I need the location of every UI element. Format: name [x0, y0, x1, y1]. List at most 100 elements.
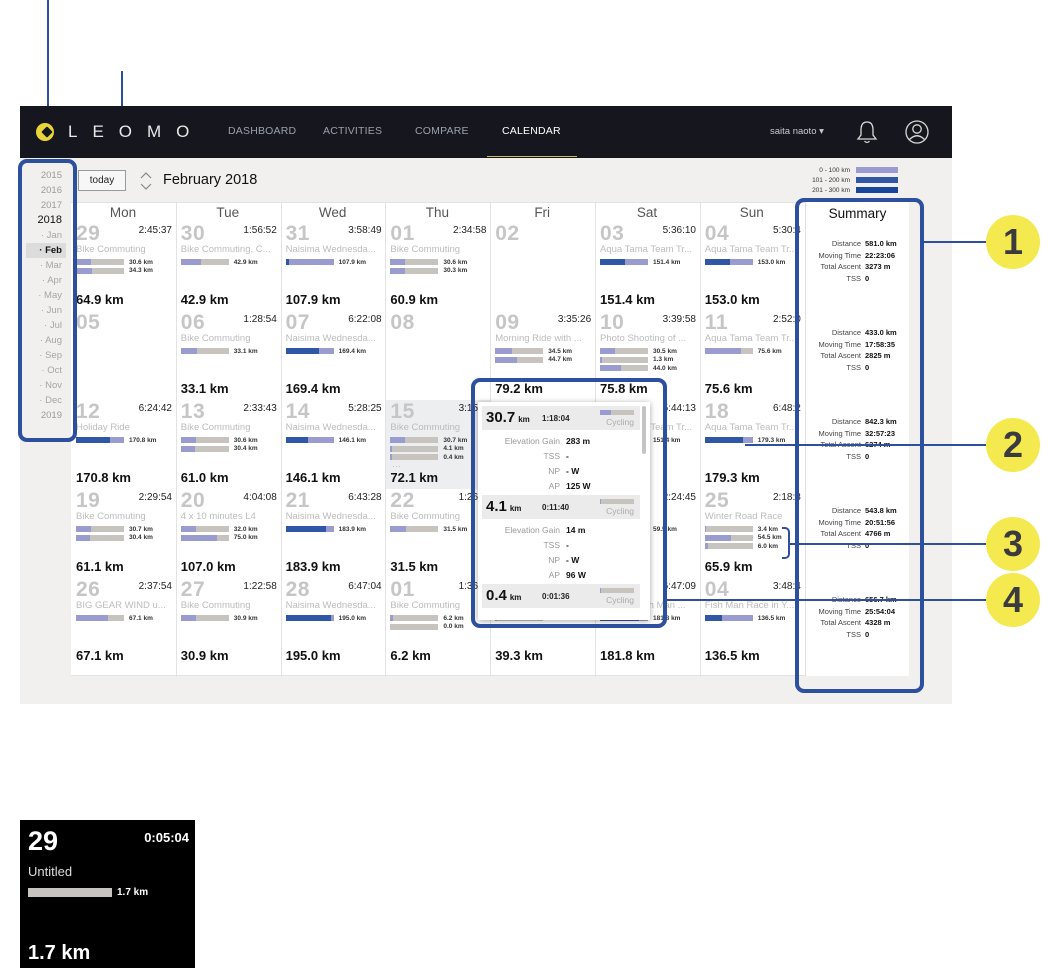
today-button[interactable]: today [78, 170, 126, 191]
year-nav-item[interactable]: 2019 [26, 408, 66, 423]
activity-title[interactable]: Bike Commuting [390, 422, 460, 433]
activity-title[interactable]: Bike Commuting [76, 244, 146, 255]
day-cell[interactable]: 03 5:36:10 Aqua Tama Team Tr... 151.4 km 151… [596, 222, 700, 311]
day-cell[interactable]: 07 6:22:08 Naisima Wednesda... 169.4 km 169.… [282, 311, 386, 400]
day-activities-popup[interactable]: 30.7 km 1:18:04 Cycling Elevation Gain 283 mT… [478, 402, 650, 620]
day-cell[interactable]: 01 2:34:58 Bike Commuting 30.6 km 30.3 km 60.… [386, 222, 490, 311]
activity-title[interactable]: Bike Commuting [181, 333, 251, 344]
day-number: 02 [495, 222, 520, 245]
year-nav-item[interactable]: · Jan [26, 228, 66, 243]
activity-title[interactable]: Aqua Tama Team Tr... [705, 244, 797, 255]
activity-title[interactable]: Holiday Ride [76, 422, 130, 433]
summary-moving-time-label: Moving Time [818, 606, 861, 616]
bar-fill-101-200 [285, 437, 308, 444]
activity-title[interactable]: Bike Commuting [181, 422, 251, 433]
prev-next-month-arrows[interactable] [139, 168, 153, 194]
activity-title[interactable]: Naisima Wednesda... [286, 422, 376, 433]
callout-1: 1 [986, 215, 1040, 269]
activity-title[interactable]: Bike Commuting, C... [181, 244, 271, 255]
day-cell[interactable]: 30 1:56:52 Bike Commuting, C... 42.9 km 42.9… [177, 222, 281, 311]
year-nav-item[interactable]: 2018 [26, 213, 66, 228]
day-cell[interactable]: 12 6:24:42 Holiday Ride 170.8 km 170.8 km [72, 400, 176, 489]
activity-title[interactable]: Aqua Tama Team Tr... [705, 422, 797, 433]
day-number: 09 [495, 311, 520, 334]
nav-activities[interactable]: ACTIVITIES [323, 125, 382, 137]
popup-scrollbar[interactable] [642, 406, 646, 454]
nav-compare[interactable]: COMPARE [415, 125, 469, 137]
day-cell[interactable]: 13 2:33:43 Bike Commuting 30.6 km 30.4 km 61.… [177, 400, 281, 489]
leomo-logo[interactable]: LEOMO [36, 120, 204, 144]
day-cell[interactable]: 15 3:15:1 Bike Commuting 30.7 km 4.1 km 0.4 k… [386, 400, 491, 489]
distance-bar [390, 526, 439, 533]
day-cell[interactable]: 04 5:30:4 Aqua Tama Team Tr... 153.0 km 153.… [701, 222, 805, 311]
popup-activity-header[interactable]: 30.7 km 1:18:04 Cycling [482, 406, 640, 430]
year-nav-item[interactable]: · Feb [26, 243, 66, 258]
day-cell[interactable]: 14 5:28:25 Naisima Wednesda... 146.1 km 146.… [282, 400, 386, 489]
day-duration: 2:33:43 [243, 403, 277, 414]
activity-title[interactable]: Naisima Wednesda... [286, 600, 376, 611]
day-cell[interactable]: 06 1:28:54 Bike Commuting 33.1 km 33.1 km [177, 311, 281, 400]
day-cell[interactable]: 20 4:04:08 4 x 10 minutes L4 32.0 km 75.0 km… [177, 489, 281, 578]
day-cell[interactable]: 21 6:43:28 Naisima Wednesda... 183.9 km 183.… [282, 489, 386, 578]
year-nav-item[interactable]: · Sep [26, 348, 66, 363]
day-number: 01 [390, 222, 415, 245]
activity-title[interactable]: Bike Commuting [76, 511, 146, 522]
year-nav-item[interactable]: 2017 [26, 198, 66, 213]
nav-calendar[interactable]: CALENDAR [502, 125, 561, 137]
activity-title[interactable]: Aqua Tama Team Tr... [600, 244, 692, 255]
day-cell[interactable]: 05 [72, 311, 176, 400]
activity-title[interactable]: Winter Road Race [705, 511, 783, 522]
year-nav-item[interactable]: · Nov [26, 378, 66, 393]
activity-title[interactable]: Photo Shooting of ... [600, 333, 686, 344]
distance-bar [495, 356, 544, 363]
day-cell[interactable]: 08 [386, 311, 490, 400]
day-total-distance: 181.8 km [600, 648, 655, 663]
popup-activity-header[interactable]: 4.1 km 0:11:40 Cycling [482, 495, 640, 519]
activity-title[interactable]: Bike Commuting [181, 600, 251, 611]
day-cell[interactable]: 28 6:47:04 Naisima Wednesda... 195.0 km 195.… [282, 578, 386, 667]
activity-title[interactable]: Fish Man Race in Y... [705, 600, 794, 611]
year-nav-item[interactable]: · Mar [26, 258, 66, 273]
year-nav-item[interactable]: 2016 [26, 183, 66, 198]
activity-title[interactable]: Aqua Tama Team Tr... [705, 333, 797, 344]
activity-title[interactable]: Bike Commuting [390, 511, 460, 522]
activity-title[interactable]: 4 x 10 minutes L4 [181, 511, 256, 522]
user-circle-icon[interactable] [905, 120, 929, 144]
year-nav-item[interactable]: 2015 [26, 168, 66, 183]
day-cell[interactable]: 09 3:35:26 Morning Ride with ... 34.5 km 44.… [491, 311, 595, 400]
day-cell[interactable]: 31 3:58:49 Naisima Wednesda... 107.9 km 107.… [282, 222, 386, 311]
more-activities-indicator[interactable]: ... [392, 462, 401, 469]
year-nav-item[interactable]: · Jun [26, 303, 66, 318]
activity-title[interactable]: Naisima Wednesda... [286, 333, 376, 344]
activity-title[interactable]: Naisima Wednesda... [286, 511, 376, 522]
year-nav-item[interactable]: · Oct [26, 363, 66, 378]
activity-title[interactable]: Naisima Wednesda... [286, 244, 376, 255]
day-duration: 5:28:25 [348, 403, 382, 414]
activity-title[interactable]: Morning Ride with ... [495, 333, 582, 344]
day-cell[interactable]: 19 2:29:54 Bike Commuting 30.7 km 30.4 km 61.… [72, 489, 176, 578]
day-cell[interactable]: 01 1:36:5 Bike Commuting 6.2 km 0.0 km 6.2 km [386, 578, 490, 667]
popup-activity-header[interactable]: 0.4 km 0:01:36 Cycling [482, 584, 640, 608]
day-cell[interactable]: 04 3:48:4 Fish Man Race in Y... 136.5 km 136… [701, 578, 805, 667]
distance-bar-row: 30.6 km [180, 436, 258, 445]
day-cell[interactable]: 29 2:45:37 Bike Commuting 30.6 km 34.3 km 64.… [72, 222, 176, 311]
activity-title[interactable]: BIG GEAR WIND u... [76, 600, 166, 611]
summary-tss: TSS 0 [806, 363, 909, 375]
day-cell[interactable]: 26 2:37:54 BIG GEAR WIND u... 67.1 km 67.1 k… [72, 578, 176, 667]
nav-dashboard[interactable]: DASHBOARD [228, 125, 296, 137]
day-cell[interactable]: 11 2:52:0 Aqua Tama Team Tr... 75.6 km 75.6 … [701, 311, 805, 400]
year-nav-item[interactable]: · May [26, 288, 66, 303]
day-cell[interactable]: 27 1:22:58 Bike Commuting 30.9 km 30.9 km [177, 578, 281, 667]
activity-title[interactable]: Bike Commuting [390, 244, 460, 255]
day-cell[interactable]: 22 1:26:5 Bike Commuting 31.5 km 31.5 km [386, 489, 490, 578]
year-nav-item[interactable]: · Jul [26, 318, 66, 333]
year-nav-item[interactable]: · Dec [26, 393, 66, 408]
day-cell[interactable]: 02 [491, 222, 595, 311]
day-cell[interactable]: 10 3:39:58 Photo Shooting of ... 30.5 km 1.3… [596, 311, 700, 400]
activity-title[interactable]: Bike Commuting [390, 600, 460, 611]
user-menu-dropdown[interactable]: saita naoto ▾ [770, 126, 824, 137]
year-nav-item[interactable]: · Aug [26, 333, 66, 348]
day-number: 08 [390, 311, 415, 334]
bell-icon[interactable] [856, 120, 878, 144]
year-nav-item[interactable]: · Apr [26, 273, 66, 288]
